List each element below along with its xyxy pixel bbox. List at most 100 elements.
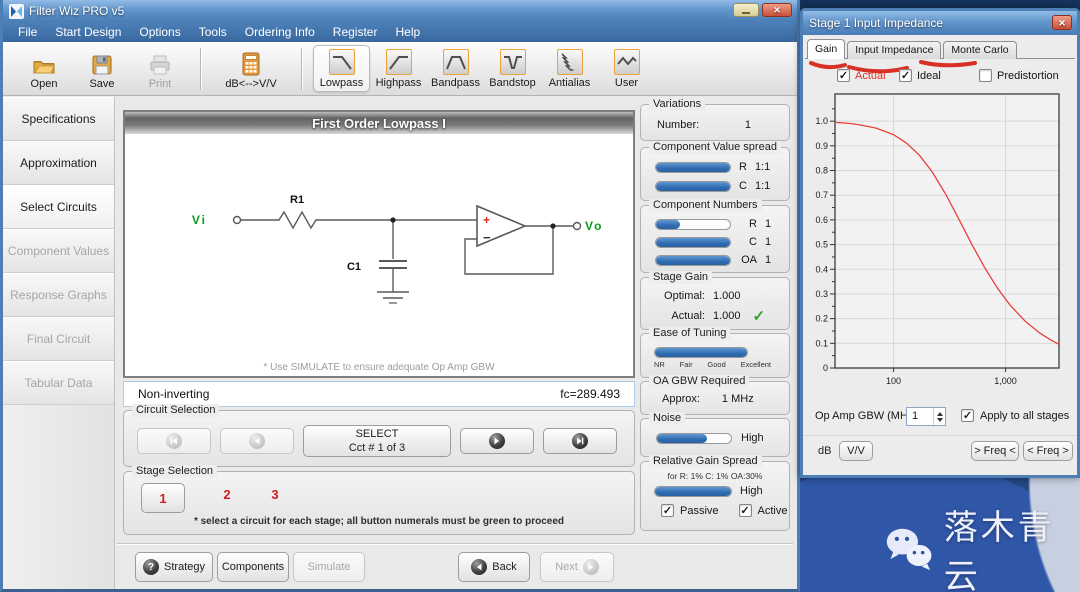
circuit-diagram-panel: First Order Lowpass I Vi: [123, 110, 635, 378]
menubar: File Start Design Options Tools Ordering…: [3, 22, 797, 42]
impedance-titlebar: Stage 1 Input Impedance ✕: [803, 11, 1077, 35]
filter-highpass-button[interactable]: Highpass: [370, 45, 427, 92]
stage-gain-group: Stage Gain Optimal: 1.000 Actual: 1.000 …: [640, 277, 790, 330]
user-curve-icon: [614, 49, 640, 75]
vv-toggle[interactable]: V/V: [839, 441, 873, 461]
stage-1-button[interactable]: 1: [141, 483, 185, 513]
toolbar-separator: [301, 48, 302, 90]
menu-options[interactable]: Options: [130, 22, 189, 42]
filter-antialias-button[interactable]: Antialias: [541, 45, 598, 92]
svg-text:0: 0: [823, 363, 828, 373]
next-icon: [489, 433, 505, 449]
antialias-curve-icon: [557, 49, 583, 75]
tab-gain[interactable]: Gain: [807, 39, 845, 59]
back-button[interactable]: Back: [458, 552, 530, 582]
variations-number-label: Number:: [657, 119, 699, 131]
filter-lowpass-button[interactable]: Lowpass: [313, 45, 370, 92]
svg-text:0.9: 0.9: [815, 141, 828, 151]
stage-2-button[interactable]: 2: [212, 487, 242, 502]
menu-ordering-info[interactable]: Ordering Info: [236, 22, 324, 42]
bottom-separator: [117, 543, 793, 545]
passive-checkbox[interactable]: ✓: [661, 504, 674, 517]
db-toggle[interactable]: dB: [818, 445, 831, 457]
gbw-label: Op Amp GBW (MHz): [815, 410, 917, 422]
calculator-icon: [212, 48, 290, 76]
sidebar-item-specifications[interactable]: Specifications: [3, 97, 114, 141]
sidebar-item-tabular-data[interactable]: Tabular Data: [3, 361, 114, 405]
open-button[interactable]: Open: [15, 48, 73, 90]
print-icon: [131, 48, 189, 76]
impedance-window-title: Stage 1 Input Impedance: [809, 16, 943, 30]
freq-zoom-in-button[interactable]: > Freq <: [971, 441, 1019, 461]
workflow-sidebar: Specifications Approximation Select Circ…: [3, 97, 115, 589]
gbw-row: Op Amp GBW (MHz) 1 ✓ Apply to all stages: [803, 407, 1077, 431]
gain-spread-bar: [654, 486, 732, 497]
ideal-checkbox[interactable]: ✓: [899, 69, 912, 82]
circuit-title: First Order Lowpass I: [125, 112, 633, 134]
svg-text:0.1: 0.1: [815, 338, 828, 348]
filter-bandpass-button[interactable]: Bandpass: [427, 45, 484, 92]
filter-bandstop-button[interactable]: Bandstop: [484, 45, 541, 92]
print-button[interactable]: Print: [131, 48, 189, 90]
svg-text:0.5: 0.5: [815, 240, 828, 250]
menu-tools[interactable]: Tools: [190, 22, 236, 42]
stage-3-button[interactable]: 3: [260, 487, 290, 502]
freq-zoom-out-button[interactable]: < Freq >: [1023, 441, 1073, 461]
sidebar-item-response-graphs[interactable]: Response Graphs: [3, 273, 114, 317]
sidebar-item-final-circuit[interactable]: Final Circuit: [3, 317, 114, 361]
previous-circuit-button[interactable]: [220, 428, 294, 454]
question-icon: ?: [143, 559, 159, 575]
vo-label: Vo: [585, 219, 603, 233]
circuit-selection-group: Circuit Selection SELECT Cct # 1 of 3: [123, 410, 635, 467]
strategy-button[interactable]: ? Strategy: [135, 552, 213, 582]
select-circuit-button[interactable]: SELECT Cct # 1 of 3: [303, 425, 451, 457]
next-button[interactable]: Next: [540, 552, 614, 582]
bandstop-curve-icon: [500, 49, 526, 75]
main-titlebar: Filter Wiz PRO v5 ✕: [3, 0, 797, 22]
stage1-input-impedance-window: Stage 1 Input Impedance ✕ Gain Input Imp…: [800, 8, 1080, 478]
app-icon: [9, 4, 24, 19]
predistortion-checkbox[interactable]: [979, 69, 992, 82]
menu-help[interactable]: Help: [386, 22, 429, 42]
gbw-spinner[interactable]: 1: [906, 407, 946, 426]
noise-bar: [656, 433, 732, 444]
last-circuit-button[interactable]: [543, 428, 617, 454]
svg-text:100: 100: [886, 376, 901, 386]
highpass-curve-icon: [386, 49, 412, 75]
sidebar-item-approximation[interactable]: Approximation: [3, 141, 114, 185]
noise-group: Noise High: [640, 418, 790, 457]
minimize-button[interactable]: [733, 3, 759, 17]
tab-input-impedance[interactable]: Input Impedance: [847, 41, 941, 59]
menu-start-design[interactable]: Start Design: [46, 22, 130, 42]
simulate-button[interactable]: Simulate: [293, 552, 365, 582]
gain-chart: 00.10.20.30.40.50.60.70.80.91.01001,000: [805, 87, 1075, 399]
series-checkboxes: ✓ Actual ✓ Ideal Predistortion: [803, 69, 1077, 89]
component-value-spread-group: Component Value spread R 1:1 C 1:1: [640, 147, 790, 201]
oa-count-bar: [655, 255, 731, 266]
first-circuit-button[interactable]: [137, 428, 211, 454]
tab-monte-carlo[interactable]: Monte Carlo: [943, 41, 1016, 59]
filter-user-button[interactable]: User: [598, 45, 655, 92]
svg-text:0.8: 0.8: [815, 166, 828, 176]
apply-all-stages-label: Apply to all stages: [980, 410, 1069, 422]
db-vv-button[interactable]: dB<-->V/V: [212, 48, 290, 90]
toolbar: Open Save Print: [3, 42, 797, 96]
save-button[interactable]: Save: [73, 48, 131, 90]
components-button[interactable]: Components: [217, 552, 289, 582]
variations-group: Variations Number: 1: [640, 104, 790, 141]
watermark-text: 落木青云: [944, 500, 1080, 592]
sidebar-item-select-circuits[interactable]: Select Circuits: [3, 185, 114, 229]
close-button[interactable]: ✕: [762, 3, 792, 17]
menu-register[interactable]: Register: [324, 22, 387, 42]
active-checkbox[interactable]: ✓: [739, 504, 752, 517]
impedance-close-button[interactable]: ✕: [1052, 15, 1072, 30]
previous-icon: [249, 433, 265, 449]
stage-selection-group: Stage Selection 1 2 3 * select a circuit…: [123, 471, 635, 535]
actual-checkbox[interactable]: ✓: [837, 69, 850, 82]
apply-all-stages-checkbox[interactable]: ✓: [961, 409, 974, 422]
next-circuit-button[interactable]: [460, 428, 534, 454]
gbw-value: 1: [907, 408, 933, 425]
sidebar-item-component-values[interactable]: Component Values: [3, 229, 114, 273]
spinner-arrows-icon[interactable]: [933, 408, 945, 425]
menu-file[interactable]: File: [9, 22, 46, 42]
